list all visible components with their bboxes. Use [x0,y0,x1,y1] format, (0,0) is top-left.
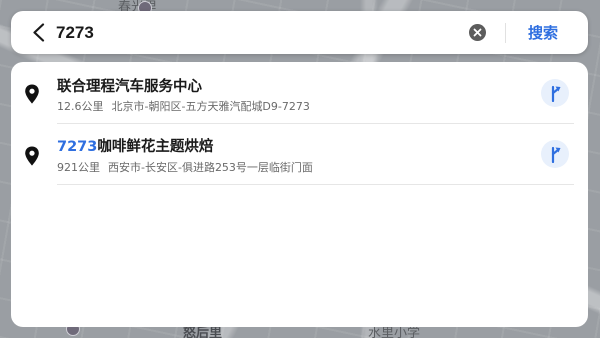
result-distance: 12.6公里 [57,100,104,113]
result-title-text: 咖啡鲜花主题烘焙 [97,139,214,155]
clear-icon[interactable] [469,24,486,41]
search-divider [505,23,506,43]
route-turn-icon [551,85,561,102]
back-arrow-icon[interactable] [31,23,47,42]
result-title-text: 联合理程汽车服务中心 [57,79,202,95]
result-title: 7273咖啡鲜花主题烘焙 [57,135,213,156]
result-subtitle: 921公里 西安市-长安区-俱进路253号一层临街门面 [57,159,313,175]
location-pin-icon [25,84,39,104]
route-button[interactable] [541,79,569,107]
result-address: 北京市-朝阳区-五方天雅汽配城D9-7273 [111,100,310,113]
route-turn-icon [551,146,561,163]
result-item[interactable]: 7273咖啡鲜花主题烘焙 921公里 西安市-长安区-俱进路253号一层临街门面 [11,124,588,185]
results-panel: 联合理程汽车服务中心 12.6公里 北京市-朝阳区-五方天雅汽配城D9-7273 … [11,62,588,327]
search-button[interactable]: 搜索 [528,22,558,43]
route-button[interactable] [541,140,569,168]
result-title: 联合理程汽车服务中心 [57,75,202,96]
result-title-highlight: 7273 [57,139,98,155]
result-distance: 921公里 [57,161,100,174]
result-subtitle: 12.6公里 北京市-朝阳区-五方天雅汽配城D9-7273 [57,98,310,114]
result-item[interactable]: 联合理程汽车服务中心 12.6公里 北京市-朝阳区-五方天雅汽配城D9-7273 [11,62,588,123]
result-address: 西安市-长安区-俱进路253号一层临街门面 [108,161,313,174]
search-input[interactable] [56,20,436,46]
location-pin-icon [25,146,39,166]
search-bar: 搜索 [11,11,588,54]
result-divider [57,184,574,185]
